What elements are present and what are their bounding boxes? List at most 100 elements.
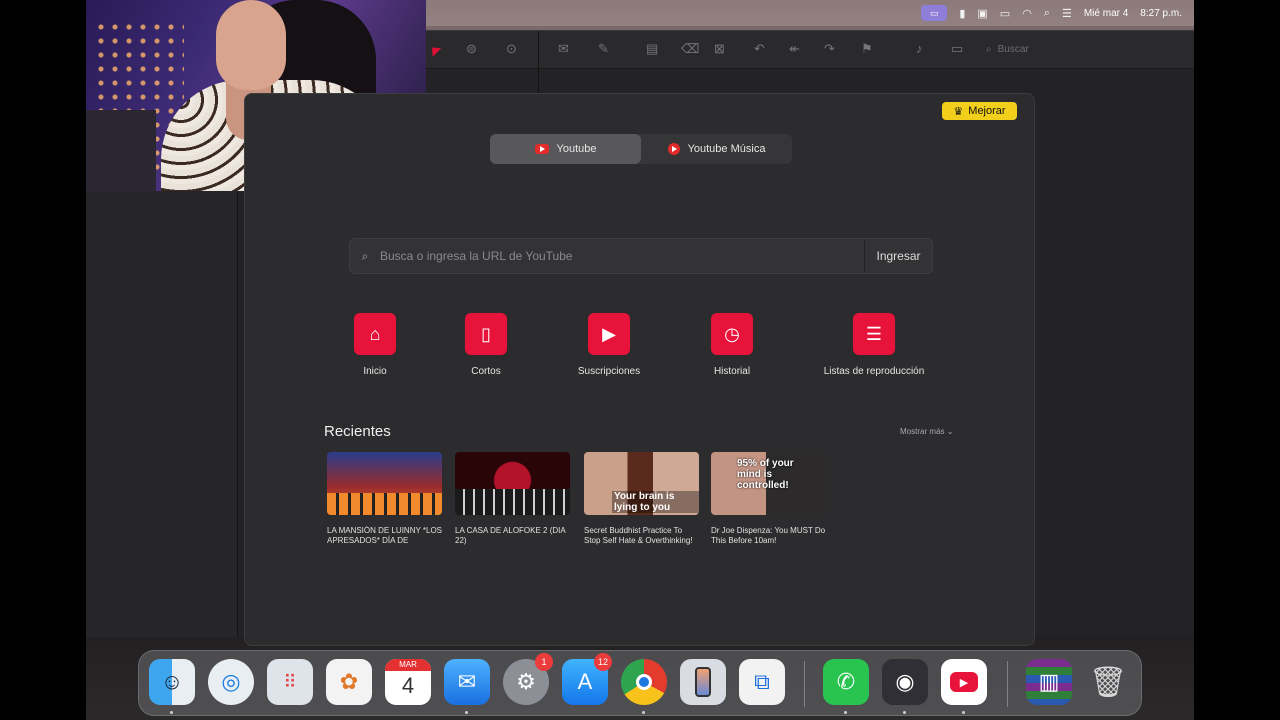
video-title: LA MANSIÓN DE LUINNY *LOS APRESADOS* DÍA… bbox=[327, 526, 442, 545]
recent-video-card[interactable]: Your brain is lying to you Secret Buddhi… bbox=[584, 452, 699, 546]
running-indicator bbox=[903, 711, 906, 714]
quick-action-home[interactable]: ⌂ Inicio bbox=[315, 313, 435, 377]
background-shelf bbox=[86, 110, 156, 191]
running-indicator bbox=[962, 711, 965, 714]
junk-icon[interactable]: ⊠ bbox=[714, 41, 725, 57]
battery-icon[interactable]: ▭ bbox=[1000, 7, 1010, 20]
dock: ☺ ◎ ⠿ ✿ MAR 4 ✉ ⚙ 1 A 12 ⧉ ✆ ◉ ▶ ▥ 🗑 bbox=[138, 650, 1142, 716]
thumbnail-caption: Your brain is lying to you bbox=[612, 491, 699, 513]
calendar-icon[interactable]: MAR 4 bbox=[385, 659, 431, 705]
youtube-app-icon[interactable]: ▶ bbox=[941, 659, 987, 705]
quick-action-shorts[interactable]: ▯ Cortos bbox=[426, 313, 546, 377]
envelope-icon[interactable]: ✉ bbox=[558, 41, 569, 57]
enter-button[interactable]: Ingresar bbox=[864, 239, 932, 273]
reply-icon[interactable]: ↶ bbox=[754, 41, 765, 57]
wifi-icon[interactable]: ◠ bbox=[1022, 7, 1032, 20]
dock-separator bbox=[1007, 661, 1008, 707]
running-indicator bbox=[465, 711, 468, 714]
mail-search-field[interactable]: ⌕ Buscar bbox=[986, 39, 1186, 59]
tab-label: Youtube bbox=[556, 143, 597, 155]
compose-icon[interactable]: ✎ bbox=[598, 41, 609, 57]
dock-separator bbox=[804, 661, 805, 707]
youtube-icon bbox=[534, 144, 549, 154]
home-icon: ⌂ bbox=[354, 313, 396, 355]
show-more-label: Mostrar más bbox=[900, 427, 945, 436]
subscriptions-icon: ▶ bbox=[588, 313, 630, 355]
folder-icon[interactable]: ▭ bbox=[951, 41, 963, 57]
spotlight-icon[interactable]: ⌕ bbox=[1044, 7, 1050, 20]
recent-video-card[interactable]: LA MANSIÓN DE LUINNY *LOS APRESADOS* DÍA… bbox=[327, 452, 442, 546]
upgrade-button[interactable]: ♛ Mejorar bbox=[942, 102, 1017, 120]
screen-sharing-icon[interactable]: ⧉ bbox=[739, 659, 785, 705]
obs-icon[interactable]: ◉ bbox=[882, 659, 928, 705]
quick-action-label: Listas de reproducción bbox=[823, 366, 925, 377]
camera-status-icon[interactable]: ▣ bbox=[977, 7, 987, 20]
running-indicator bbox=[844, 711, 847, 714]
tab-youtube[interactable]: Youtube bbox=[490, 134, 641, 164]
more-icon[interactable]: ⊙ bbox=[506, 41, 517, 57]
whatsapp-icon[interactable]: ✆ bbox=[823, 659, 869, 705]
finder-icon[interactable]: ☺ bbox=[149, 659, 195, 705]
iphone-mirroring-icon[interactable] bbox=[680, 659, 726, 705]
history-icon: ◷ bbox=[711, 313, 753, 355]
notification-badge: 1 bbox=[535, 653, 553, 671]
shorts-icon: ▯ bbox=[465, 313, 507, 355]
app-store-icon[interactable]: A 12 bbox=[562, 653, 612, 705]
youtube-music-icon bbox=[667, 143, 680, 155]
quick-action-label: Cortos bbox=[471, 366, 501, 377]
control-center-icon[interactable]: ☰ bbox=[1062, 7, 1072, 20]
notification-badge: 12 bbox=[593, 653, 612, 671]
safari-icon[interactable]: ◎ bbox=[208, 659, 254, 705]
running-indicator bbox=[642, 711, 645, 714]
recent-video-card[interactable]: 95% of your mind is controlled! Dr Joe D… bbox=[711, 452, 826, 546]
recent-video-card[interactable]: LA CASA DE ALOFOKE 2 (DIA 22) bbox=[455, 452, 570, 546]
menubar-date[interactable]: Mié mar 4 bbox=[1084, 8, 1128, 19]
video-thumbnail bbox=[327, 452, 442, 515]
reply-all-icon[interactable]: ↞ bbox=[789, 41, 800, 57]
archive-icon[interactable]: ▤ bbox=[646, 41, 658, 57]
quick-action-history[interactable]: ◷ Historial bbox=[672, 313, 792, 377]
filter-icon[interactable]: ⊜ bbox=[466, 41, 477, 57]
mail-icon[interactable]: ✉ bbox=[444, 659, 490, 705]
crown-icon: ♛ bbox=[953, 105, 964, 118]
settings-icon[interactable]: ⚙ 1 bbox=[503, 653, 553, 705]
calendar-month: MAR bbox=[385, 659, 431, 671]
search-icon: ⌕ bbox=[361, 248, 369, 263]
flag-icon[interactable]: ⚑ bbox=[861, 41, 873, 57]
source-tabs: Youtube Youtube Música bbox=[490, 134, 792, 164]
video-thumbnail: Your brain is lying to you bbox=[584, 452, 699, 515]
trash-toolbar-icon[interactable]: ⌫ bbox=[681, 41, 699, 57]
video-title: Secret Buddhist Practice To Stop Self Ha… bbox=[584, 526, 693, 545]
launchpad-icon[interactable]: ⠿ bbox=[267, 659, 313, 705]
chevron-down-icon: ⌄ bbox=[946, 427, 954, 436]
tab-label: Youtube Música bbox=[687, 143, 766, 155]
trash-icon[interactable]: 🗑 bbox=[1085, 659, 1131, 705]
screen-record-icon[interactable]: ▭ bbox=[921, 5, 948, 21]
search-icon: ⌕ bbox=[986, 43, 992, 55]
mail-search-placeholder: Buscar bbox=[997, 43, 1029, 55]
screen: ▭ ▮ ▣ ▭ ◠ ⌕ ☰ Mié mar 4 8:27 p.m. ⊜ ⊙ ✉ … bbox=[0, 0, 1280, 720]
person-face bbox=[216, 0, 286, 90]
quick-action-subscriptions[interactable]: ▶ Suscripciones bbox=[549, 313, 669, 377]
youtube-search-bar: ⌕ Ingresar bbox=[349, 238, 933, 274]
video-thumbnail bbox=[455, 452, 570, 515]
quick-action-label: Historial bbox=[713, 366, 751, 377]
quick-action-label: Suscripciones bbox=[577, 366, 641, 377]
playlist-icon: ☰ bbox=[853, 313, 895, 355]
quick-action-playlists[interactable]: ☰ Listas de reproducción bbox=[814, 313, 934, 377]
menubar-time[interactable]: 8:27 p.m. bbox=[1140, 8, 1182, 19]
memory-icon[interactable]: ▮ bbox=[959, 7, 965, 20]
tab-youtube-music[interactable]: Youtube Música bbox=[641, 134, 792, 164]
video-title: LA CASA DE ALOFOKE 2 (DIA 22) bbox=[455, 526, 566, 545]
chrome-icon[interactable] bbox=[621, 659, 667, 705]
quick-action-label: Inicio bbox=[363, 366, 387, 377]
calendar-day: 4 bbox=[401, 673, 415, 698]
bell-icon[interactable]: ♪ bbox=[916, 41, 923, 56]
youtube-search-input[interactable] bbox=[380, 239, 864, 273]
show-more-link[interactable]: Mostrar más ⌄ bbox=[900, 427, 953, 436]
upgrade-label: Mejorar bbox=[968, 105, 1006, 117]
forward-icon[interactable]: ↷ bbox=[824, 41, 835, 57]
youtube-app-window: ♛ Mejorar Youtube Youtube Música ⌕ Ingre… bbox=[244, 93, 1035, 646]
photos-icon[interactable]: ✿ bbox=[326, 659, 372, 705]
winrar-icon[interactable]: ▥ bbox=[1026, 659, 1072, 705]
